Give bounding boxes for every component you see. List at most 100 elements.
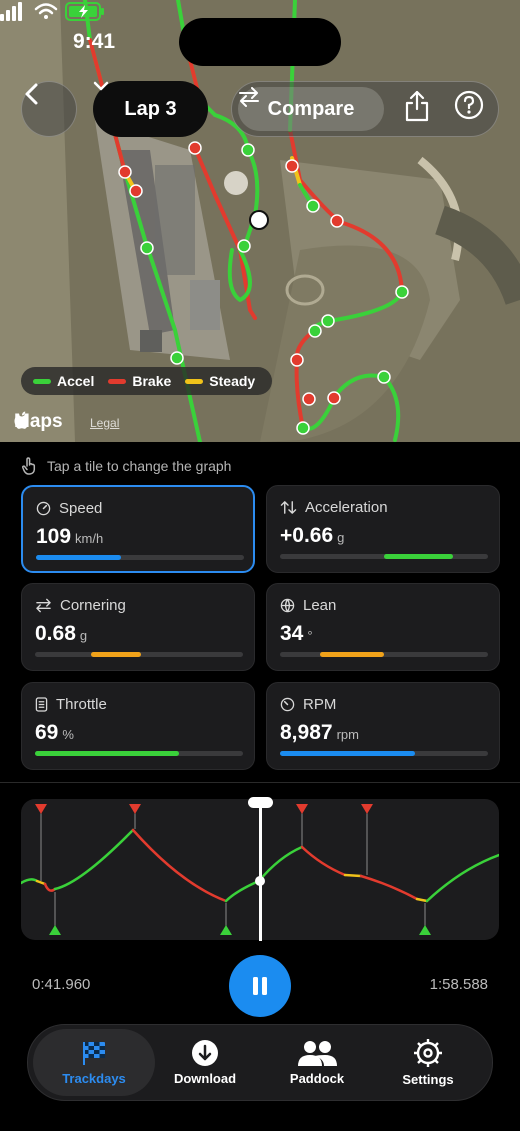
tile-title: Acceleration: [305, 499, 388, 516]
legend-item-accel: Accel: [33, 373, 94, 389]
tab-paddock[interactable]: Paddock: [276, 1029, 358, 1096]
tile-value-number: 8,987: [280, 721, 333, 744]
tile-bar: [35, 652, 243, 657]
tile-title: Throttle: [56, 696, 107, 713]
people-icon: [298, 1041, 337, 1066]
speedometer-icon: [36, 501, 51, 516]
legend-label: Accel: [57, 373, 95, 389]
tile-value: +0.66 g: [280, 524, 344, 548]
back-button[interactable]: [21, 81, 77, 137]
legend-label: Brake: [132, 373, 172, 389]
tile-bar: [280, 652, 488, 657]
tile-unit: °: [307, 628, 313, 643]
tile-rpm[interactable]: RPM 8,987 rpm: [266, 682, 500, 770]
tile-value-number: 109: [36, 525, 72, 548]
tile-title: Lean: [303, 597, 337, 614]
tile-unit: rpm: [336, 727, 359, 742]
tile-unit: g: [79, 628, 88, 643]
tile-value: 109 km/h: [36, 525, 103, 549]
legend-swatch: [185, 378, 204, 384]
tile-bar-fill: [319, 652, 384, 657]
compare-button[interactable]: Compare: [238, 87, 384, 131]
scrubber-line: [259, 800, 262, 941]
tab-label: Download: [173, 1071, 237, 1086]
tile-bar-fill: [36, 555, 122, 560]
tile-hint: Tap a tile to change the graph: [21, 457, 231, 475]
tile-unit: %: [62, 727, 74, 742]
map-toolbar: Compare: [231, 81, 499, 137]
tile-speed[interactable]: Speed 109 km/h: [21, 485, 255, 573]
lap-selector-button[interactable]: Lap 3: [93, 81, 208, 137]
tab-bar: Trackdays Download Paddock Settings: [27, 1024, 493, 1101]
pause-button[interactable]: [229, 955, 291, 1017]
tile-header: Throttle: [35, 696, 107, 713]
throttle-icon: [35, 697, 48, 712]
status-time: 9:41: [73, 30, 116, 53]
tile-bar-fill: [280, 751, 416, 756]
chevron-left-icon: [25, 83, 38, 105]
tile-value-number: 0.68: [35, 622, 76, 645]
share-button[interactable]: [404, 90, 444, 130]
legend-label: Steady: [209, 373, 256, 389]
tile-header: Cornering: [35, 597, 126, 614]
tile-title: RPM: [303, 696, 337, 713]
tile-bar-fill: [384, 554, 453, 559]
section-divider: [0, 782, 520, 783]
tile-lean[interactable]: Lean 34 °: [266, 583, 500, 671]
tile-value-number: 69: [35, 721, 59, 744]
apple-logo-icon: [14, 411, 29, 429]
track-legend: Accel Brake Steady: [21, 367, 272, 395]
scrubber-handle[interactable]: [248, 797, 273, 808]
tile-header: Speed: [36, 500, 102, 517]
left-right-arrows-icon: [36, 598, 51, 613]
tile-header: Lean: [280, 597, 336, 614]
tab-download[interactable]: Download: [163, 1029, 247, 1096]
up-down-arrows-icon: [280, 501, 297, 514]
status-bar: 9:41: [0, 0, 520, 84]
tile-bar-fill: [35, 751, 179, 756]
download-icon: [192, 1040, 218, 1066]
track-map[interactable]: 9:41 Lap 3 Compare Accel Brake Steady Ma…: [0, 0, 520, 442]
tile-value-number: 34: [280, 622, 304, 645]
tab-label: Paddock: [289, 1071, 345, 1086]
tap-hand-icon: [21, 457, 36, 475]
current-position-marker: [249, 210, 269, 230]
gauge-icon: [280, 697, 295, 712]
dynamic-island: [179, 18, 341, 66]
tile-value-number: +0.66: [280, 524, 334, 547]
lap-selector-label: Lap 3: [124, 97, 177, 120]
tile-value: 69%: [35, 721, 74, 745]
tile-header: Acceleration: [280, 499, 388, 516]
help-button[interactable]: [454, 90, 494, 130]
tab-label: Trackdays: [62, 1071, 126, 1086]
tile-bar: [35, 751, 243, 756]
tile-header: RPM: [280, 696, 336, 713]
compare-label: Compare: [267, 97, 355, 120]
tile-bar: [280, 554, 488, 559]
status-icons: [0, 2, 104, 21]
signal-icon: [0, 2, 22, 21]
wifi-icon: [34, 3, 58, 19]
checkered-flag-icon: [83, 1042, 105, 1065]
current-time: 0:41.960: [32, 976, 91, 993]
globe-icon: [280, 598, 295, 613]
tile-unit: g: [337, 530, 345, 545]
tile-value: 8,987 rpm: [280, 721, 359, 745]
legal-link[interactable]: Legal: [90, 416, 119, 430]
tile-cornering[interactable]: Cornering 0.68 g: [21, 583, 255, 671]
tab-settings[interactable]: Settings: [386, 1029, 470, 1096]
gear-icon: [414, 1039, 442, 1067]
pause-icon: [253, 977, 267, 995]
tab-label: Settings: [402, 1072, 454, 1087]
legend-swatch: [33, 378, 51, 384]
tile-bar: [280, 751, 488, 756]
tile-hint-text: Tap a tile to change the graph: [47, 458, 232, 474]
total-time: 1:58.588: [429, 976, 488, 993]
tile-acceleration[interactable]: Acceleration +0.66 g: [266, 485, 500, 573]
tab-trackdays[interactable]: Trackdays: [33, 1029, 155, 1096]
tile-bar-fill: [91, 652, 142, 657]
share-icon: [405, 90, 429, 122]
tile-value: 0.68 g: [35, 622, 87, 646]
tile-value: 34 °: [280, 622, 313, 646]
tile-throttle[interactable]: Throttle 69%: [21, 682, 255, 770]
